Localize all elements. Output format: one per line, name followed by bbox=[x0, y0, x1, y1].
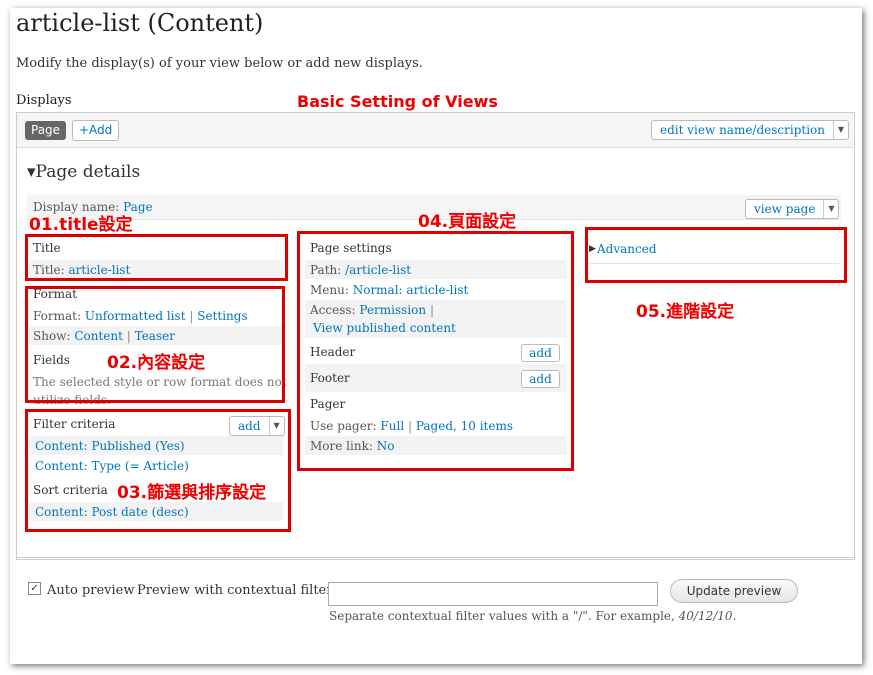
update-preview-button[interactable]: Update preview bbox=[670, 579, 798, 603]
annotation-box-filter bbox=[25, 409, 291, 532]
annotation-box-advanced bbox=[585, 227, 847, 283]
annotation-04: 04.頁面設定 bbox=[418, 212, 517, 232]
preview-help-example: 40/12/10 bbox=[678, 609, 733, 623]
page-details-heading[interactable]: ▾Page details bbox=[27, 162, 140, 182]
tab-page[interactable]: Page bbox=[25, 121, 67, 140]
annotation-box-format bbox=[25, 286, 285, 403]
intro-text: Modify the display(s) of your view below… bbox=[16, 56, 423, 71]
auto-preview-checkbox[interactable]: ✓ bbox=[28, 582, 41, 595]
displays-label: Displays bbox=[16, 93, 72, 108]
preview-help-text: Separate contextual filter values with a… bbox=[329, 609, 736, 623]
auto-preview-label: Auto preview bbox=[47, 583, 135, 598]
annotation-03: 03.篩選與排序設定 bbox=[117, 483, 267, 503]
annotation-basic-setting: Basic Setting of Views bbox=[297, 92, 498, 111]
contextual-filters-input[interactable] bbox=[328, 582, 658, 606]
edit-view-dropdown[interactable]: edit view name/description ▼ bbox=[651, 120, 849, 140]
annotation-02: 02.內容設定 bbox=[107, 353, 206, 373]
page-title: article-list (Content) bbox=[16, 9, 264, 37]
chevron-down-icon[interactable]: ▼ bbox=[823, 200, 838, 218]
annotation-box-page-settings bbox=[297, 231, 574, 471]
annotation-05: 05.進階設定 bbox=[636, 302, 735, 322]
add-display-button[interactable]: +Add bbox=[72, 120, 120, 141]
edit-view-label[interactable]: edit view name/description bbox=[652, 121, 833, 139]
contextual-filters-label: Preview with contextual filters: bbox=[137, 583, 344, 598]
annotation-01: 01.title設定 bbox=[29, 215, 133, 235]
annotation-box-title bbox=[25, 234, 288, 281]
preview-help-prefix: Separate contextual filter values with a… bbox=[329, 609, 679, 623]
chevron-down-icon[interactable]: ▼ bbox=[833, 121, 848, 139]
view-page-label[interactable]: view page bbox=[746, 200, 823, 218]
preview-divider bbox=[17, 557, 853, 558]
preview-help-suffix: . bbox=[732, 609, 737, 623]
view-page-dropdown[interactable]: view page ▼ bbox=[745, 199, 840, 219]
